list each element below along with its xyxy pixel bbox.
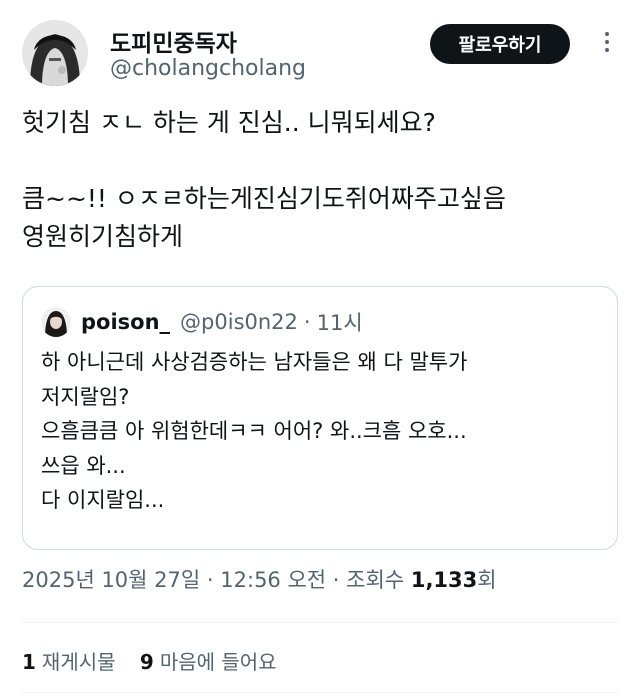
tweet-date[interactable]: 2025년 10월 27일	[22, 568, 200, 592]
tweet-header: 도피민중독자 @cholangcholang 팔로우하기	[22, 18, 622, 88]
author-display-name[interactable]: 도피민중독자	[110, 24, 237, 58]
likes-count: 9	[139, 650, 154, 674]
quoted-tweet[interactable]: poison_ @p0is0n22 · 11시 하 아니근데 사상검증하는 남자…	[22, 286, 618, 550]
likes-label: 마음에 들어요	[159, 650, 277, 674]
views-suffix: 회	[477, 568, 497, 592]
divider	[22, 622, 618, 623]
reposts-stat[interactable]: 1 재게시물	[22, 650, 116, 674]
avatar-illustration	[22, 20, 88, 86]
tweet-time[interactable]: 12:56 오전	[220, 568, 326, 592]
more-vertical-icon[interactable]	[600, 28, 614, 62]
quoted-author-display-name[interactable]: poison_	[81, 310, 170, 334]
views-count: 1,133	[410, 568, 478, 592]
quoted-timestamp[interactable]: 11시	[317, 307, 363, 337]
quoted-avatar-illustration	[41, 307, 71, 337]
meta-separator: ·	[332, 568, 340, 592]
follow-button[interactable]: 팔로우하기	[430, 24, 570, 64]
quoted-author-avatar[interactable]	[41, 307, 71, 337]
reposts-label: 재게시물	[41, 650, 116, 674]
tweet-stats: 1 재게시물 9 마음에 들어요	[22, 646, 295, 675]
views-label: 조회수	[346, 568, 405, 592]
reposts-count: 1	[22, 650, 36, 674]
author-handle[interactable]: @cholangcholang	[110, 56, 306, 81]
quoted-separator: ·	[303, 310, 311, 334]
tweet-body-text: 헛기침 ㅈㄴ 하는 게 진심.. 니뭐되세요? 큼~~!! ㅇㅈㄹ하는게진심기도…	[22, 108, 506, 251]
author-avatar[interactable]	[22, 20, 88, 86]
quoted-author-handle[interactable]: @p0is0n22	[180, 310, 298, 334]
likes-stat[interactable]: 9 마음에 들어요	[140, 650, 277, 674]
divider	[22, 692, 618, 693]
meta-separator: ·	[206, 568, 214, 592]
quoted-tweet-header: poison_ @p0is0n22 · 11시	[41, 305, 363, 339]
quoted-tweet-text: 하 아니근데 사상검증하는 남자들은 왜 다 말투가 저지랄임? 으흠큼큼 아 …	[41, 350, 468, 512]
tweet-meta: 2025년 10월 27일 · 12:56 오전 · 조회수 1,133회	[22, 564, 497, 594]
